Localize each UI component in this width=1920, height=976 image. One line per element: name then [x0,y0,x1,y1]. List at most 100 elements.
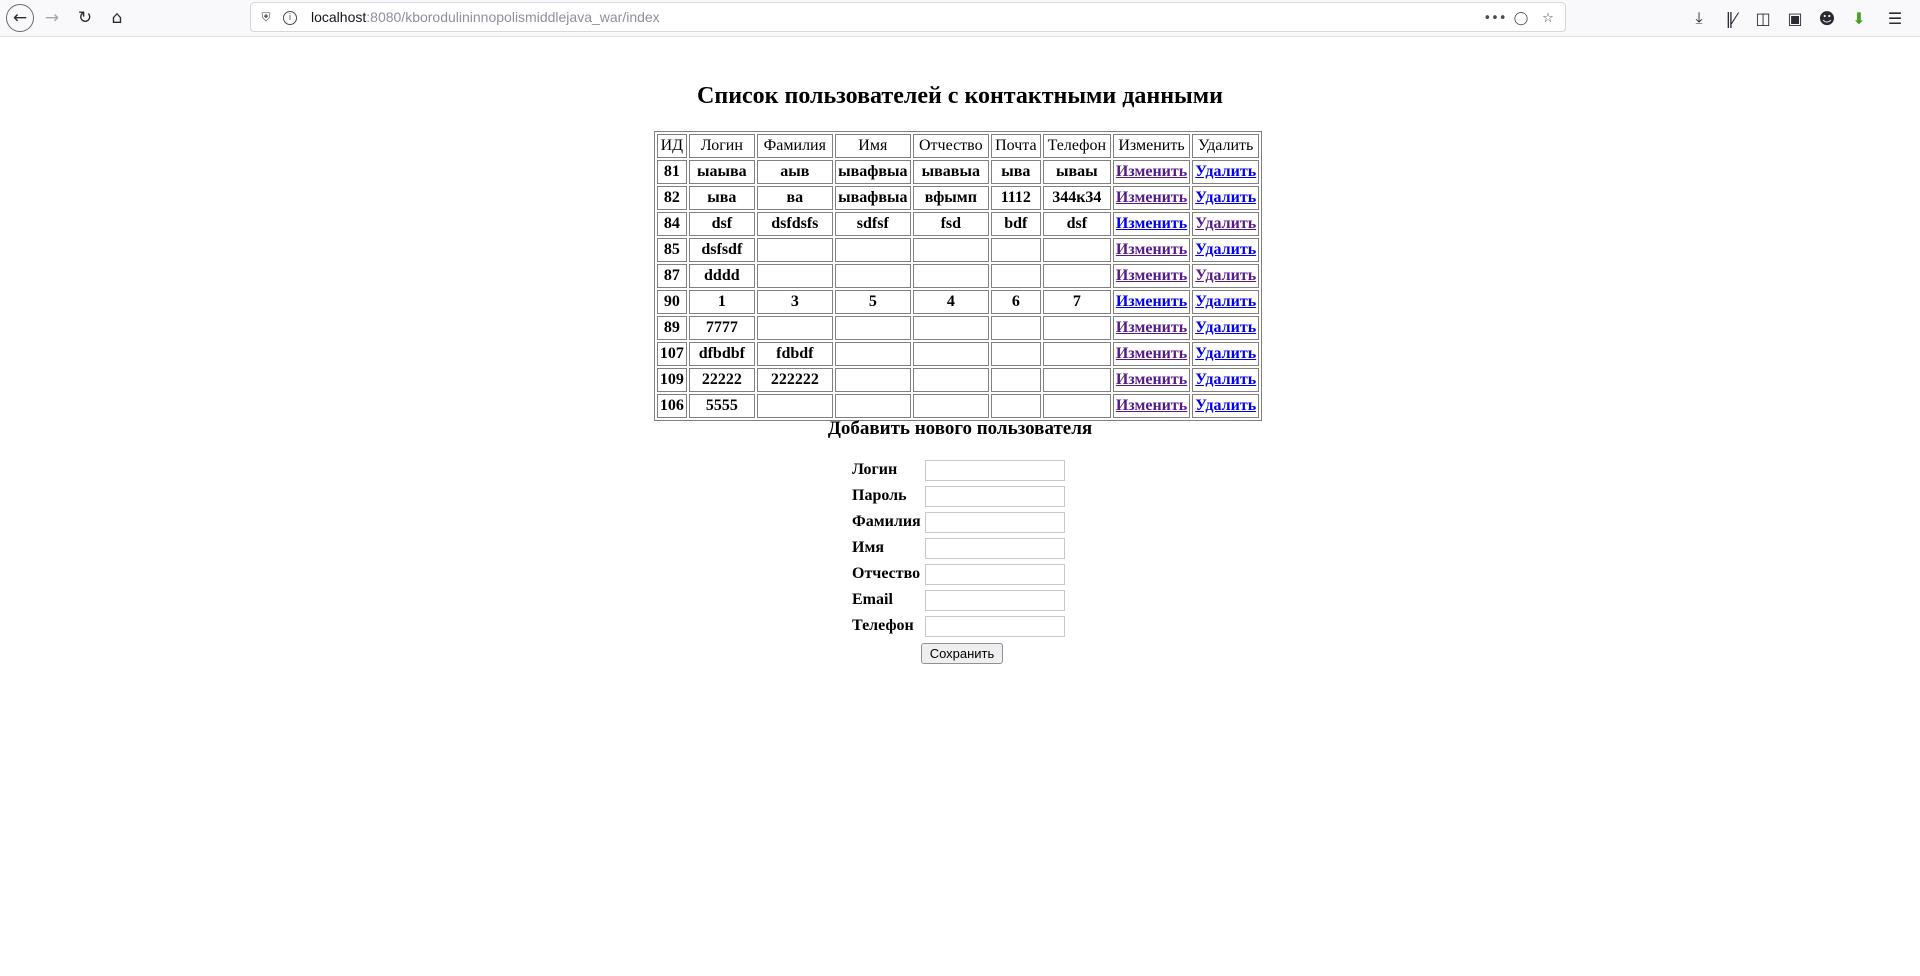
users-table: ИД Логин Фамилия Имя Отчество Почта Теле… [653,131,1263,421]
cell-login: dsfsdf [688,238,755,262]
last-name-input[interactable] [924,511,1065,533]
last-name-label: Фамилия [852,513,921,530]
cell-email: 6 [990,290,1041,314]
library-icon[interactable]: ‖⁄ [1718,5,1744,31]
edit-link[interactable]: Изменить [1116,215,1187,232]
cell-edit: Изменить [1112,238,1191,262]
info-icon[interactable]: i [283,11,297,25]
password-input[interactable] [924,485,1065,507]
form-row: Имя [852,536,1065,560]
shield-icon[interactable]: ⛨ [257,8,275,26]
form-row: Пароль [852,484,1065,508]
delete-link[interactable]: Удалить [1195,319,1256,336]
cell-first-name [834,238,911,262]
cell-edit: Изменить [1112,264,1191,288]
email-field-cell [924,588,1065,612]
edit-link[interactable]: Изменить [1116,241,1187,258]
cell-id: 90 [656,290,687,314]
forward-arrow-icon[interactable]: → [38,4,66,32]
url-host: localhost [311,9,367,25]
delete-link[interactable]: Удалить [1195,293,1256,310]
edit-link[interactable]: Изменить [1116,319,1187,336]
menu-hamburger-icon[interactable]: ☰ [1882,5,1908,31]
home-icon[interactable]: ⌂ [103,4,131,32]
delete-link[interactable]: Удалить [1195,189,1256,206]
add-user-heading: Добавить нового пользователя [827,418,1093,439]
table-row: 107 dfbdbf fdbdf Изменить Удалить [656,342,1260,366]
extension-download-icon[interactable]: ⬇ [1846,5,1872,31]
cell-id: 85 [656,238,687,262]
password-label: Пароль [852,487,907,504]
edit-link[interactable]: Изменить [1116,397,1187,414]
delete-link[interactable]: Удалить [1195,397,1256,414]
cell-delete: Удалить [1192,186,1260,210]
header-delete: Удалить [1192,134,1260,158]
header-id: ИД [656,134,687,158]
cell-email [990,264,1041,288]
account-icon[interactable]: ☻ [1814,5,1840,31]
first-name-input[interactable] [924,537,1065,559]
cell-first-name [834,316,911,340]
delete-link[interactable]: Удалить [1195,241,1256,258]
edit-link[interactable]: Изменить [1116,189,1187,206]
header-middle-name: Отчество [912,134,989,158]
cell-last-name [756,238,833,262]
cell-id: 82 [656,186,687,210]
edit-link[interactable]: Изменить [1116,267,1187,284]
edit-link[interactable]: Изменить [1116,371,1187,388]
cell-id: 87 [656,264,687,288]
cell-login: 22222 [688,368,755,392]
cell-edit: Изменить [1112,290,1191,314]
table-row: 82 ыва ва ывафвыа вфымп 1112 344к34 Изменить Уда… [656,186,1260,210]
reload-icon[interactable]: ↻ [71,4,99,32]
delete-link[interactable]: Удалить [1195,371,1256,388]
phone-input[interactable] [924,615,1065,637]
bookmark-star-icon[interactable]: ☆ [1538,8,1558,28]
last-name-field-cell [924,510,1065,534]
edit-link[interactable]: Изменить [1116,163,1187,180]
delete-link[interactable]: Удалить [1195,267,1256,284]
cell-edit: Изменить [1112,212,1191,236]
container-tabs-icon[interactable]: ▣ [1782,5,1808,31]
url-bar[interactable]: ⛨ i localhost:8080/kborodulininnopolismi… [250,2,1566,32]
url-text[interactable]: localhost:8080/kborodulininnopolismiddle… [311,9,660,25]
delete-link[interactable]: Удалить [1195,215,1256,232]
edit-link[interactable]: Изменить [1116,293,1187,310]
cell-middle-name: 4 [912,290,989,314]
save-button[interactable]: Сохранить [920,643,1004,664]
middle-name-input[interactable] [924,563,1065,585]
header-email: Почта [990,134,1041,158]
cell-middle-name: fsd [912,212,989,236]
login-label: Логин [852,461,898,478]
downloads-icon[interactable]: ⤓ [1686,5,1712,31]
cell-phone [1042,394,1111,418]
sidebar-icon[interactable]: ◫ [1750,5,1776,31]
email-input[interactable] [924,589,1065,611]
form-row: Фамилия [852,510,1065,534]
cell-first-name: sdfsf [834,212,911,236]
cell-first-name [834,368,911,392]
back-arrow-icon[interactable]: ← [6,4,34,32]
first-name-field-cell [924,536,1065,560]
form-row: Телефон [852,614,1065,638]
more-actions-icon[interactable]: ••• [1484,8,1507,28]
cell-first-name [834,264,911,288]
cell-first-name [834,342,911,366]
cell-last-name: 222222 [756,368,833,392]
pocket-icon[interactable]: ◯ [1511,8,1531,28]
table-row: 109 22222 222222 Изменить Удалить [656,368,1260,392]
email-label: Email [852,591,893,608]
delete-link[interactable]: Удалить [1195,163,1256,180]
phone-field-cell [924,614,1065,638]
cell-id: 106 [656,394,687,418]
table-row: 87 dddd Изменить Удалить [656,264,1260,288]
cell-first-name [834,394,911,418]
edit-link[interactable]: Изменить [1116,345,1187,362]
cell-login: 1 [688,290,755,314]
delete-link[interactable]: Удалить [1195,345,1256,362]
login-input[interactable] [924,459,1065,481]
cell-middle-name [912,238,989,262]
cell-id: 81 [656,160,687,184]
cell-delete: Удалить [1192,368,1260,392]
users-table-wrapper: ИД Логин Фамилия Имя Отчество Почта Теле… [0,131,1920,421]
